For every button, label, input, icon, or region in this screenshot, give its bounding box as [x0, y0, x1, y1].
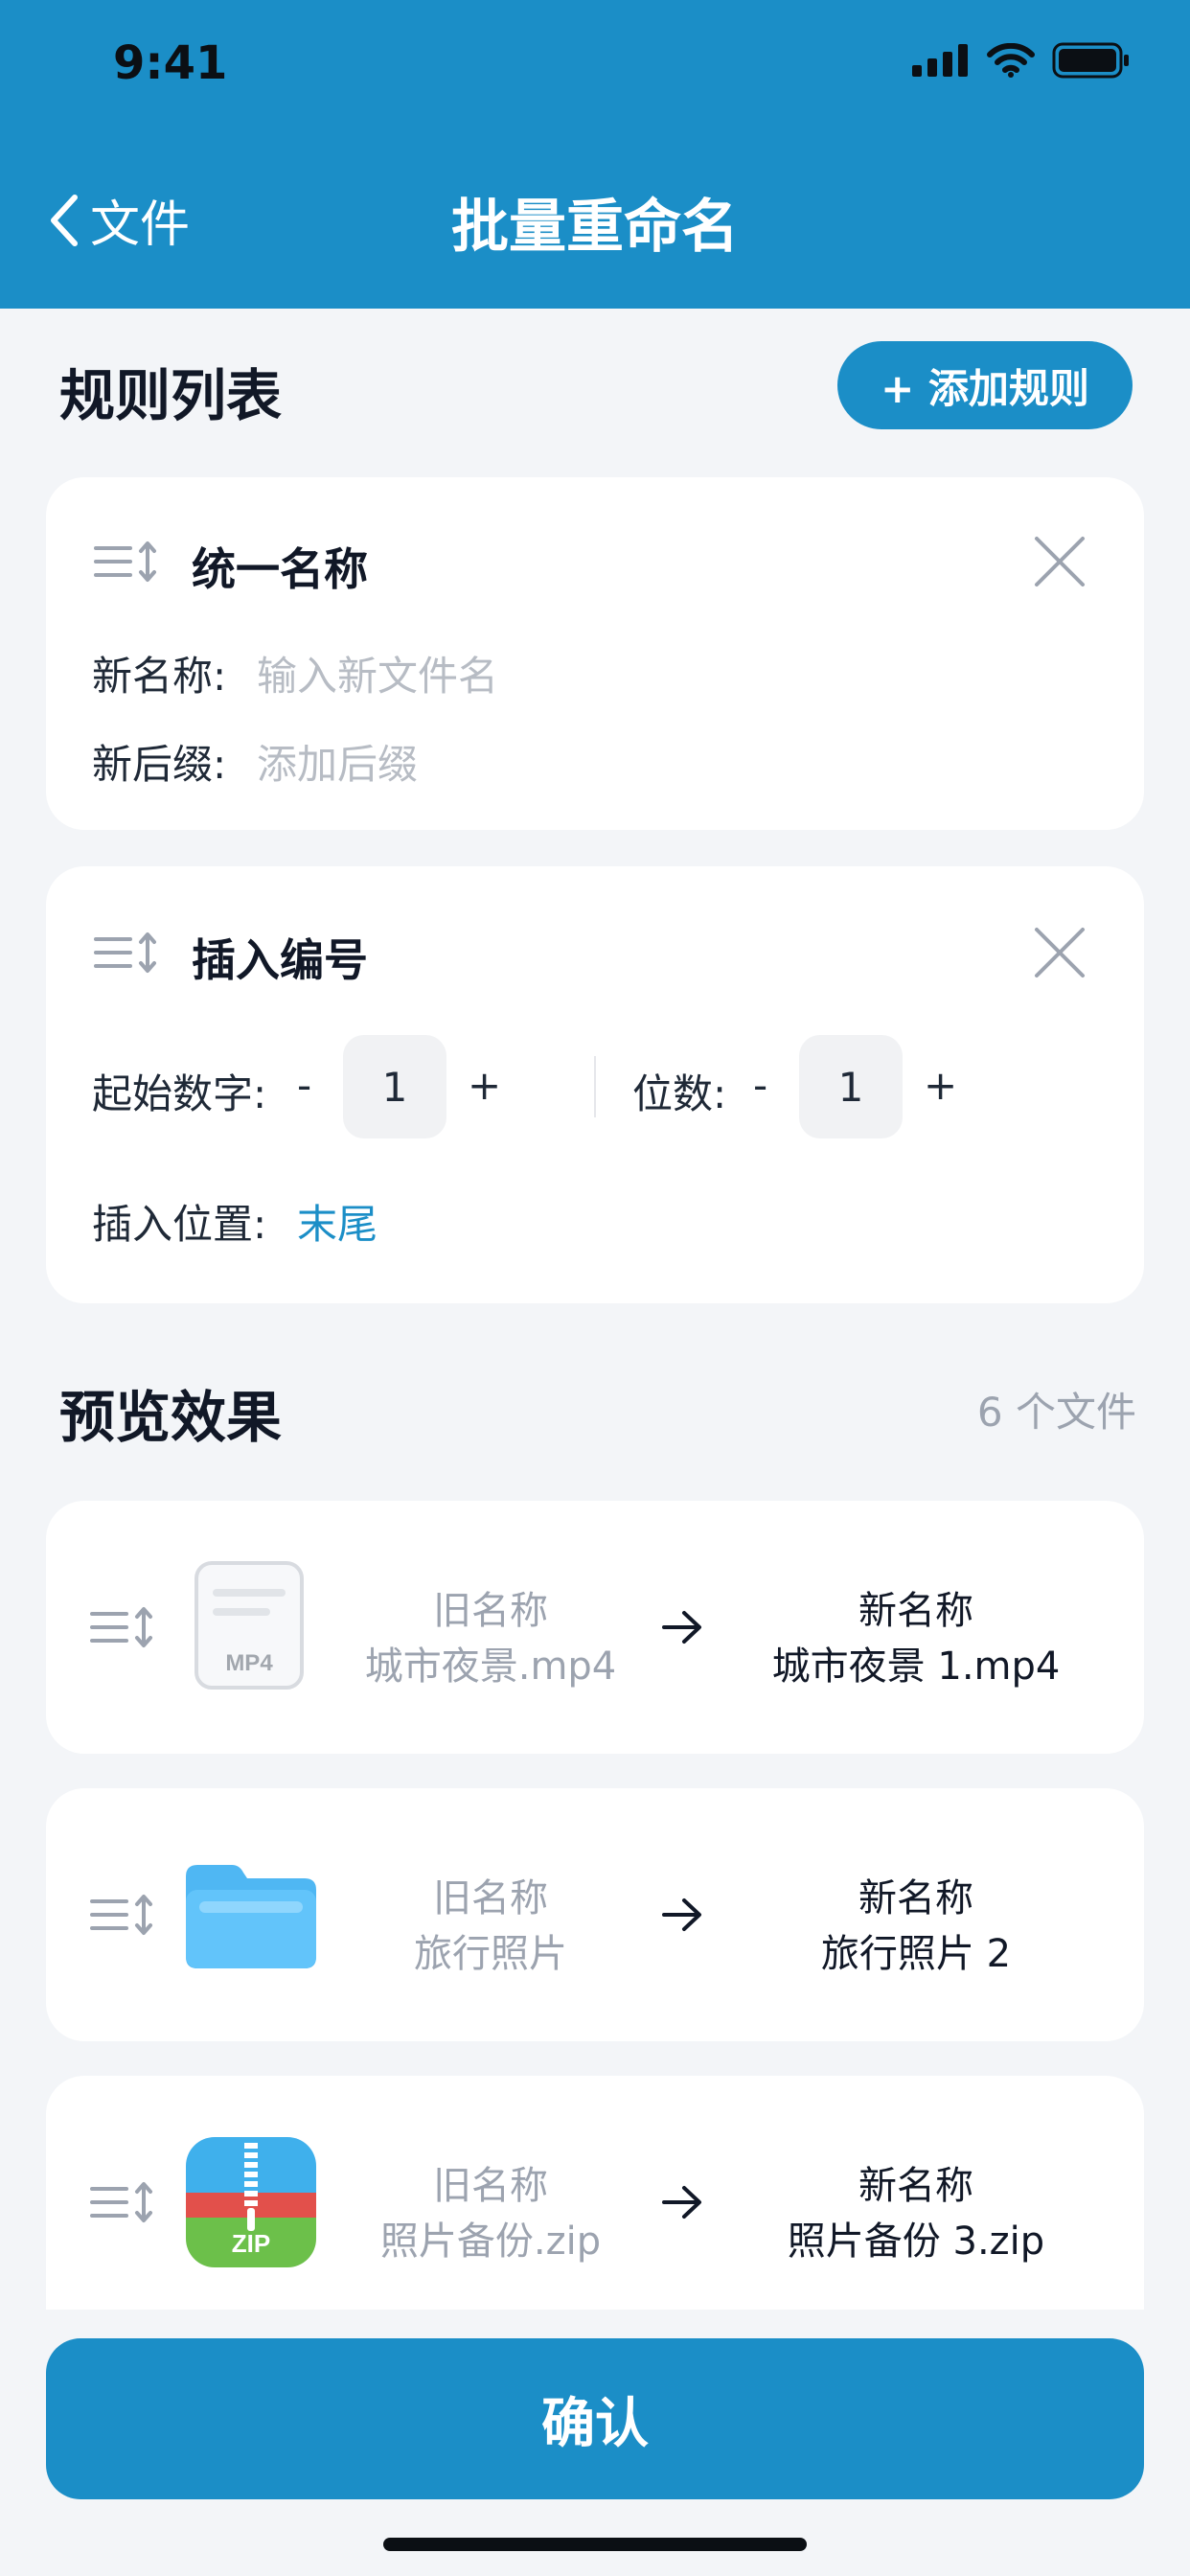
battery-icon: [1052, 42, 1129, 79]
new-name: 旅行照片 2: [820, 1932, 1012, 1976]
add-rule-button[interactable]: + 添加规则: [837, 341, 1133, 429]
new-name-input[interactable]: 输入新文件名: [257, 644, 498, 702]
arrow-right-icon: [662, 1898, 701, 1931]
new-suffix-label: 新后缀:: [92, 741, 227, 788]
new-name: 照片备份 3.zip: [787, 2220, 1045, 2264]
preview-row: MP4 旧名称 城市夜景.mp4 新名称 城市夜景 1.mp4: [46, 1501, 1144, 1754]
cellular-signal-icon: [912, 44, 968, 77]
preview-section-title: 预览效果: [59, 1385, 283, 1450]
rules-section-title: 规则列表: [59, 363, 283, 428]
status-icons: [912, 42, 1131, 79]
wifi-icon: [987, 43, 1035, 78]
app-header: 9:41 文件 批量重命名: [0, 0, 1190, 309]
stepper-divider: [594, 1056, 596, 1117]
page-title: 批量重命名: [451, 194, 739, 261]
confirm-button[interactable]: 确认: [46, 2338, 1144, 2499]
old-name: 照片备份.zip: [379, 2220, 602, 2264]
digits-label: 位数:: [632, 1070, 727, 1117]
new-name-label: 新名称: [858, 1876, 973, 1920]
mp4-file-icon: MP4: [195, 1561, 304, 1690]
old-name-label: 旧名称: [433, 1589, 548, 1633]
start-number-value[interactable]: 1: [343, 1035, 446, 1138]
start-number-label: 起始数字:: [92, 1070, 267, 1117]
mp4-badge-text: MP4: [225, 1650, 273, 1676]
status-time: 9:41: [113, 36, 228, 90]
digits-value[interactable]: 1: [799, 1035, 903, 1138]
arrow-right-icon: [662, 1611, 701, 1644]
home-indicator: [383, 2538, 807, 2551]
drag-handle-icon[interactable]: [94, 540, 159, 583]
start-increment-button[interactable]: +: [468, 1062, 501, 1109]
digits-increment-button[interactable]: +: [924, 1062, 957, 1109]
new-suffix-input[interactable]: 添加后缀: [257, 732, 418, 791]
drag-handle-icon[interactable]: [90, 2181, 155, 2223]
drag-handle-icon[interactable]: [90, 1606, 155, 1648]
old-name-label: 旧名称: [433, 1876, 548, 1920]
new-name: 城市夜景 1.mp4: [771, 1644, 1061, 1689]
old-name: 城市夜景.mp4: [364, 1644, 617, 1689]
close-icon[interactable]: [1033, 535, 1087, 588]
file-count: 6 个文件: [976, 1389, 1136, 1436]
rule-title: 插入编号: [192, 934, 368, 986]
folder-icon: [186, 1865, 316, 1968]
preview-row: 旧名称 旅行照片 新名称 旅行照片 2: [46, 1788, 1144, 2041]
preview-row: ZIP 旧名称 照片备份.zip 新名称 照片备份 3.zip: [46, 2076, 1144, 2310]
new-name-label: 新名称:: [92, 653, 227, 700]
rule-card-insert-number: 插入编号 起始数字: - 1 + 位数: - 1 + 插入位置: 末尾: [46, 866, 1144, 1303]
start-decrement-button[interactable]: -: [297, 1062, 311, 1109]
insert-position-select[interactable]: 末尾: [297, 1192, 378, 1251]
zip-badge-text: ZIP: [232, 2229, 270, 2258]
arrow-right-icon: [662, 2186, 701, 2219]
close-icon[interactable]: [1033, 926, 1087, 979]
rule-card-uniform-name: 统一名称 新名称: 输入新文件名 新后缀: 添加后缀: [46, 477, 1144, 830]
new-name-label: 新名称: [858, 1589, 973, 1633]
drag-handle-icon[interactable]: [90, 1894, 155, 1936]
insert-position-label: 插入位置:: [92, 1201, 267, 1248]
zip-file-icon: ZIP: [186, 2137, 316, 2267]
old-name-label: 旧名称: [433, 2164, 548, 2208]
rule-title: 统一名称: [192, 543, 368, 595]
digits-decrement-button[interactable]: -: [753, 1062, 767, 1109]
drag-handle-icon[interactable]: [94, 932, 159, 974]
old-name: 旅行照片: [414, 1932, 567, 1976]
new-name-label: 新名称: [858, 2164, 973, 2208]
